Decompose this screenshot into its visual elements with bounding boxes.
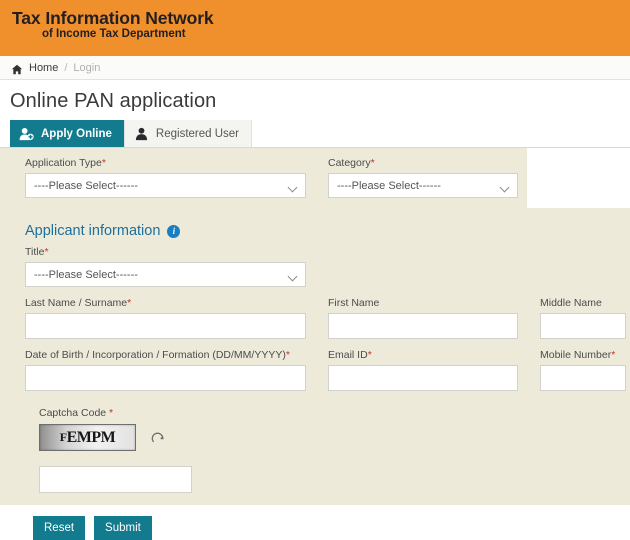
captcha-text-large: EMPM <box>66 428 116 446</box>
last-name-input[interactable] <box>25 313 306 339</box>
site-logo: Tax Information Network of Income Tax De… <box>12 8 214 41</box>
tab-apply-online-label: Apply Online <box>41 127 112 140</box>
tab-apply-online[interactable]: Apply Online <box>10 120 124 147</box>
tab-registered-user-label: Registered User <box>155 127 240 140</box>
contact-row: Date of Birth / Incorporation / Formatio… <box>25 349 630 391</box>
application-type-select[interactable]: ----Please Select------ <box>25 173 306 198</box>
refresh-icon[interactable] <box>151 431 165 445</box>
captcha-image: F EMPM <box>39 424 136 451</box>
captcha-input[interactable] <box>39 466 192 493</box>
names-row: Last Name / Surname* First Name Middle N… <box>25 297 630 339</box>
reset-button[interactable]: Reset <box>33 516 86 540</box>
category-value: ----Please Select------ <box>337 179 441 192</box>
info-icon[interactable]: i <box>167 224 181 238</box>
first-name-label: First Name <box>328 297 380 309</box>
email-label: Email ID* <box>328 349 372 361</box>
middle-name-group: Middle Name <box>540 297 626 339</box>
user-check-icon <box>134 127 149 141</box>
site-header: Tax Information Network of Income Tax De… <box>0 0 630 56</box>
captcha-row: F EMPM <box>25 424 630 451</box>
column-spacer <box>306 297 328 339</box>
mobile-group: Mobile Number* <box>540 349 626 391</box>
title-select[interactable]: ----Please Select------ <box>25 262 306 287</box>
application-details-panel: Application Type* ----Please Select-----… <box>0 148 527 208</box>
tab-registered-user[interactable]: Registered User <box>123 120 253 147</box>
tab-bar: Apply Online Registered User <box>0 120 630 148</box>
breadcrumb-separator: / <box>64 61 68 74</box>
column-spacer <box>518 297 540 339</box>
breadcrumb-item-login: Login <box>73 61 101 74</box>
title-group: Title* ----Please Select------ <box>25 246 630 287</box>
application-type-label: Application Type* <box>25 157 106 169</box>
date-of-birth-group: Date of Birth / Incorporation / Formatio… <box>25 349 306 391</box>
date-of-birth-input[interactable] <box>25 365 306 391</box>
middle-name-input[interactable] <box>540 313 626 339</box>
date-of-birth-label: Date of Birth / Incorporation / Formatio… <box>25 349 290 361</box>
column-spacer <box>306 157 328 198</box>
email-input[interactable] <box>328 365 518 391</box>
applicant-information-heading: Applicant information i <box>25 214 630 246</box>
user-add-icon <box>19 127 34 141</box>
applicant-information-panel: Applicant information i Title* ----Pleas… <box>0 208 630 401</box>
page-title: Online PAN application <box>10 90 217 112</box>
category-group: Category* ----Please Select------ <box>328 157 518 198</box>
form-actions: Reset Submit <box>0 505 630 540</box>
column-spacer <box>306 349 328 391</box>
title-value: ----Please Select------ <box>34 268 138 281</box>
column-spacer <box>518 349 540 391</box>
logo-secondary-text: of Income Tax Department <box>42 28 186 41</box>
last-name-group: Last Name / Surname* <box>25 297 306 339</box>
breadcrumb: Home / Login <box>0 56 630 80</box>
title-label: Title* <box>25 246 49 258</box>
first-name-input[interactable] <box>328 313 518 339</box>
email-group: Email ID* <box>328 349 518 391</box>
first-name-group: First Name <box>328 297 518 339</box>
application-details-row: Application Type* ----Please Select-----… <box>25 157 527 198</box>
application-type-group: Application Type* ----Please Select-----… <box>25 157 306 198</box>
middle-name-label: Middle Name <box>540 297 602 309</box>
breadcrumb-item-home[interactable]: Home <box>29 62 58 74</box>
submit-button[interactable]: Submit <box>94 516 152 540</box>
category-select[interactable]: ----Please Select------ <box>328 173 518 198</box>
last-name-label: Last Name / Surname* <box>25 297 132 309</box>
category-label: Category* <box>328 157 375 169</box>
section-heading-text: Applicant information <box>25 223 161 239</box>
home-icon <box>11 62 23 75</box>
captcha-panel: Captcha Code * F EMPM <box>0 401 630 505</box>
captcha-label: Captcha Code * <box>39 407 114 419</box>
application-type-value: ----Please Select------ <box>34 179 138 192</box>
logo-primary-text: Tax Information Network <box>12 8 214 28</box>
mobile-input[interactable] <box>540 365 626 391</box>
mobile-label: Mobile Number* <box>540 349 616 361</box>
captcha-text-small: F <box>59 430 67 444</box>
